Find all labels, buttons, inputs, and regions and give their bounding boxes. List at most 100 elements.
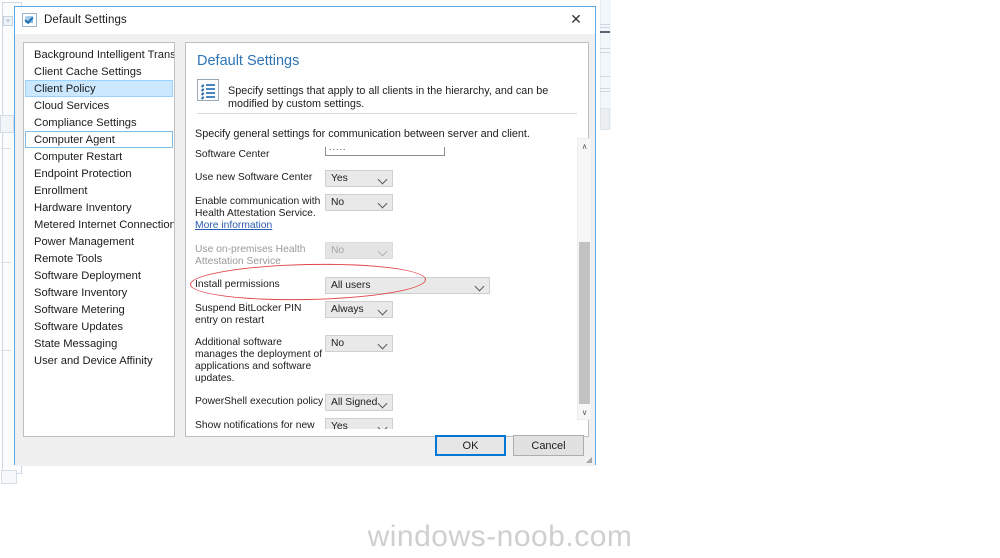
sidebar-item-metered-internet-connections[interactable]: Metered Internet Connections (25, 216, 174, 233)
install-permissions-dropdown[interactable]: All users (325, 277, 490, 294)
background-right-divider (600, 27, 610, 28)
close-icon[interactable]: ✕ (557, 7, 595, 33)
setting-row-show-notifications: Show notifications for new deployments Y… (195, 418, 560, 429)
sidebar-item-user-and-device-affinity[interactable]: User and Device Affinity (25, 352, 173, 369)
dropdown-value: No (331, 245, 345, 256)
sidebar-item-computer-agent[interactable]: Computer Agent (25, 131, 173, 148)
sidebar-item-client-policy[interactable]: Client Policy (25, 80, 173, 97)
background-left-divider (1, 350, 11, 351)
cancel-button[interactable]: Cancel (513, 435, 584, 456)
settings-scrollbar[interactable]: ∧ ∨ (577, 138, 592, 420)
dropdown-value: Yes (331, 173, 348, 184)
background-right-box (600, 108, 610, 130)
sidebar-item-endpoint-protection[interactable]: Endpoint Protection (25, 165, 173, 182)
scroll-down-icon[interactable]: ∨ (578, 405, 591, 419)
sidebar-item-software-deployment[interactable]: Software Deployment (25, 267, 173, 284)
sidebar-item-power-management[interactable]: Power Management (25, 233, 173, 250)
dialog-button-row: OK Cancel (15, 435, 595, 457)
background-right-divider (600, 48, 610, 49)
settings-scroll-area: Software Center ..... Use new Software C… (195, 147, 578, 429)
chevron-down-icon (474, 281, 485, 292)
settings-category-list[interactable]: Background Intelligent Transfer Client C… (23, 42, 175, 437)
background-left-divider (1, 262, 11, 263)
chevron-down-icon (377, 422, 388, 429)
chevron-down-icon (377, 398, 388, 409)
powershell-execution-policy-dropdown[interactable]: All Signed (325, 394, 393, 411)
additional-software-manages-dropdown[interactable]: No (325, 335, 393, 352)
dropdown-value: Always (331, 304, 364, 315)
pane-description: Specify settings that apply to all clien… (228, 85, 549, 110)
ok-button[interactable]: OK (435, 435, 506, 456)
setting-label: Software Center (195, 149, 270, 160)
chevron-down-icon (377, 174, 388, 185)
sidebar-item-computer-restart[interactable]: Computer Restart (25, 148, 173, 165)
dialog-titlebar[interactable]: Default Settings ✕ (15, 7, 595, 34)
setting-row-powershell-execution-policy: PowerShell execution policy All Signed (195, 394, 560, 411)
more-information-link[interactable]: More information (195, 220, 272, 231)
resize-grip[interactable]: ◢ (586, 455, 592, 464)
setting-label: Show notifications for new deployments (195, 420, 315, 429)
setting-label: Enable communication with Health Attesta… (195, 194, 325, 232)
dropdown-value: All users (331, 280, 371, 291)
setting-row-additional-software-manages: Additional software manages the deployme… (195, 335, 560, 385)
default-settings-dialog: Default Settings ✕ Background Intelligen… (14, 6, 596, 466)
chevron-down-icon (377, 305, 388, 316)
sidebar-item-software-metering[interactable]: Software Metering (25, 301, 173, 318)
sidebar-item-client-cache-settings[interactable]: Client Cache Settings (25, 63, 173, 80)
enable-health-attestation-dropdown[interactable]: No (325, 194, 393, 211)
setting-label: Additional software manages the deployme… (195, 337, 323, 384)
pane-description-row: Specify settings that apply to all clien… (197, 79, 574, 111)
background-right-divider (600, 52, 610, 53)
pane-subheading: Specify general settings for communicati… (195, 128, 530, 140)
setting-label: Use on-premises Health Attestation Servi… (195, 244, 306, 267)
dropdown-value: All Signed (331, 397, 378, 408)
setting-label-text: Enable communication with Health Attesta… (195, 196, 321, 219)
background-right-divider (600, 88, 610, 89)
setting-row-use-new-software-center: Use new Software Center Yes (195, 170, 560, 187)
suspend-bitlocker-pin-dropdown[interactable]: Always (325, 301, 393, 318)
background-left-sub-panel (0, 115, 14, 133)
sidebar-item-hardware-inventory[interactable]: Hardware Inventory (25, 199, 173, 216)
setting-row-on-premises-health-attestation: Use on-premises Health Attestation Servi… (195, 242, 560, 268)
background-right-divider (600, 91, 610, 92)
sidebar-item-software-updates[interactable]: Software Updates (25, 318, 173, 335)
use-new-software-center-dropdown[interactable]: Yes (325, 170, 393, 187)
on-premises-health-attestation-dropdown: No (325, 242, 393, 259)
setting-label: Install permissions (195, 279, 280, 290)
sidebar-item-remote-tools[interactable]: Remote Tools (25, 250, 173, 267)
pane-divider (197, 113, 577, 114)
dropdown-value: Yes (331, 421, 348, 429)
sidebar-item-state-messaging[interactable]: State Messaging (25, 335, 173, 352)
sidebar-item-compliance-settings[interactable]: Compliance Settings (25, 114, 173, 131)
show-notifications-dropdown[interactable]: Yes (325, 418, 393, 429)
sidebar-item-enrollment[interactable]: Enrollment (25, 182, 173, 199)
background-bottom-square (1, 470, 17, 484)
setting-label: Use new Software Center (195, 172, 313, 183)
sidebar-item-background-intelligent-transfer[interactable]: Background Intelligent Transfer (25, 46, 174, 63)
setting-row-install-permissions: Install permissions All users (195, 277, 560, 294)
sidebar-item-cloud-services[interactable]: Cloud Services (25, 97, 173, 114)
chevron-down-icon (377, 198, 388, 209)
scroll-up-icon[interactable]: ∧ (578, 139, 591, 153)
background-right-divider (600, 76, 610, 77)
settings-detail-pane: Default Settings Specify settings that a… (185, 42, 589, 437)
watermark: windows-noob.com (367, 520, 633, 553)
setting-label: PowerShell execution policy (195, 396, 324, 407)
chevron-down-icon (377, 246, 388, 257)
background-right-panel (600, 0, 611, 130)
sidebar-item-software-inventory[interactable]: Software Inventory (25, 284, 173, 301)
background-right-divider (600, 24, 610, 25)
background-left-divider (1, 148, 11, 149)
setting-row-software-center: Software Center ..... (195, 147, 560, 161)
settings-checklist-icon (22, 13, 37, 27)
chevron-down-icon (377, 339, 388, 350)
dropdown-value: No (331, 338, 345, 349)
page-title: Default Settings (197, 53, 300, 69)
dialog-title: Default Settings (44, 14, 127, 26)
background-left-small-icon: o (3, 16, 13, 26)
software-center-textbox[interactable]: ..... (325, 147, 445, 156)
background-right-rule (600, 31, 610, 33)
setting-label: Suspend BitLocker PIN entry on restart (195, 303, 302, 326)
scrollbar-thumb[interactable] (579, 242, 590, 404)
setting-row-enable-health-attestation: Enable communication with Health Attesta… (195, 194, 560, 232)
